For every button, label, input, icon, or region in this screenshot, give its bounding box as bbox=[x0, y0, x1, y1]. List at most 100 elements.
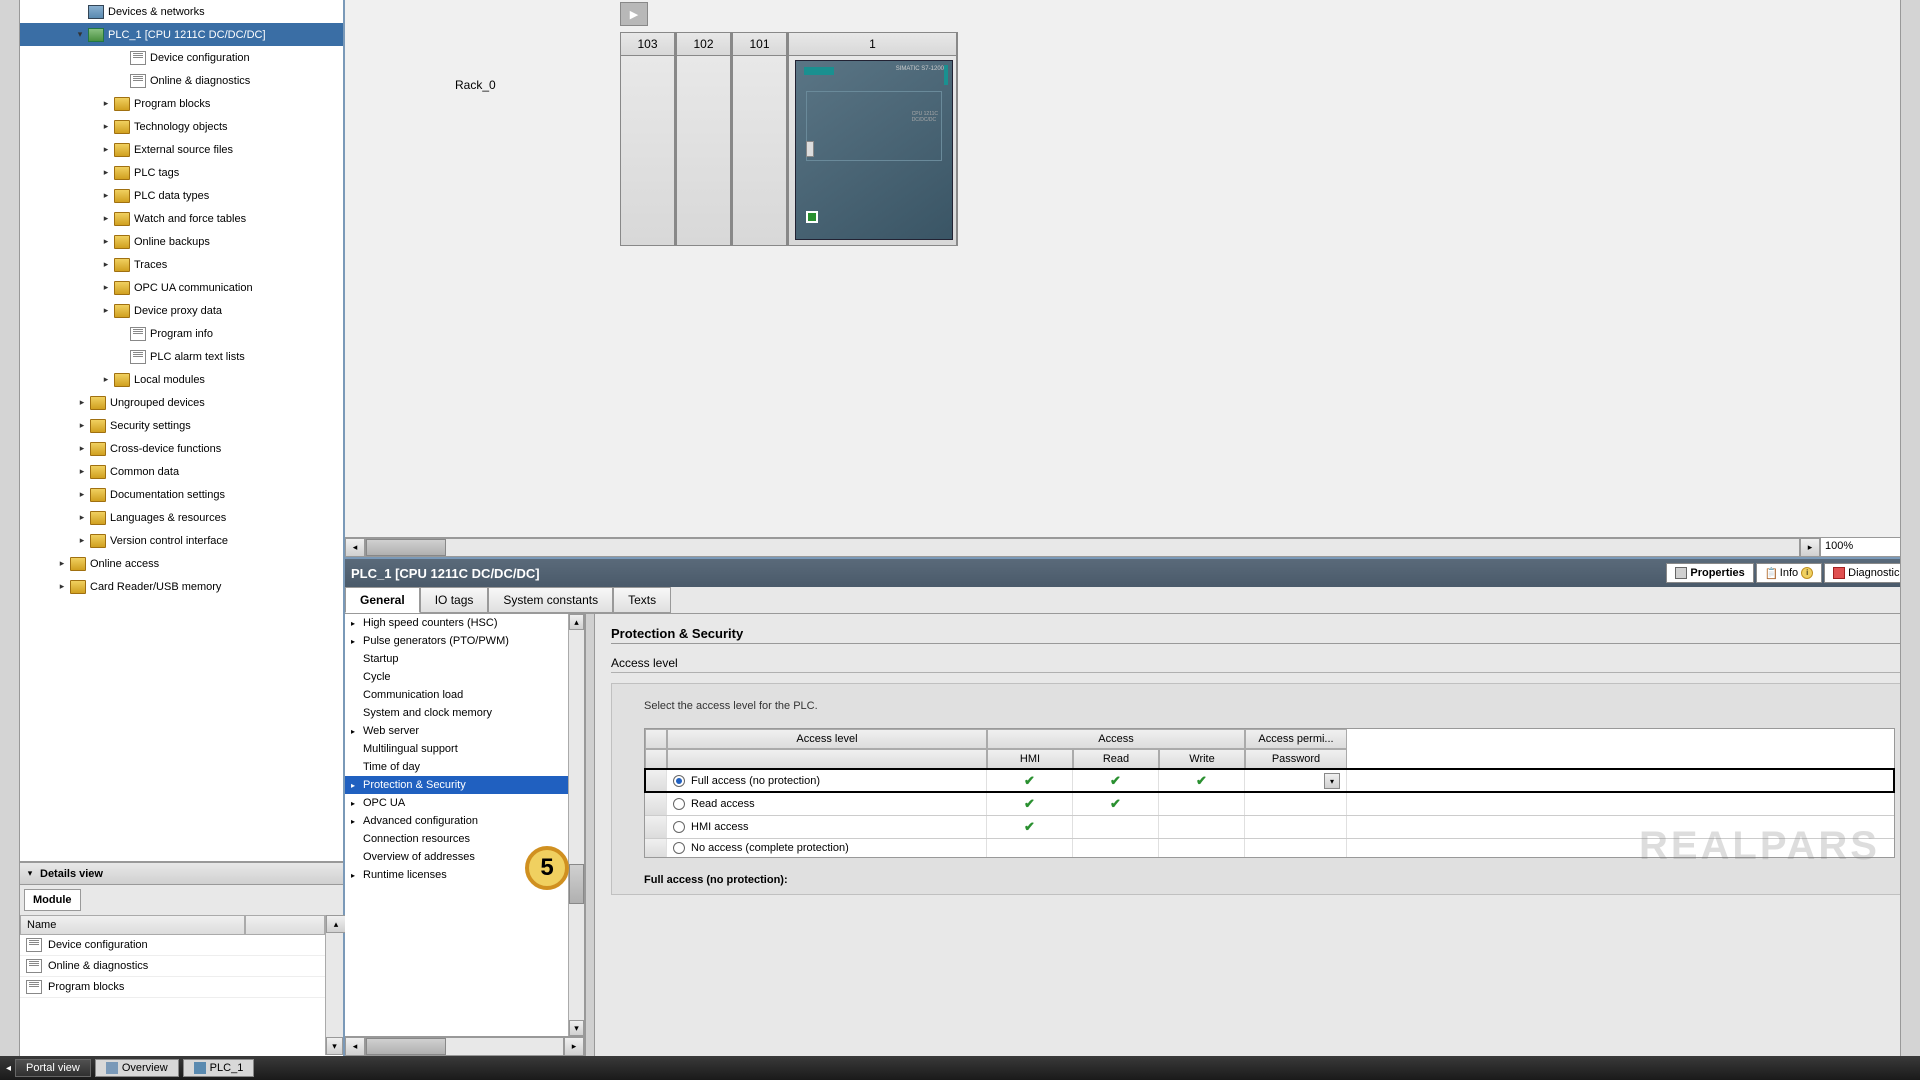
tree-item[interactable]: ▸Ungrouped devices bbox=[20, 391, 343, 414]
tree-item[interactable]: ▸Watch and force tables bbox=[20, 207, 343, 230]
slot-102[interactable]: 102 bbox=[676, 32, 732, 246]
expand-arrow-icon[interactable]: ▸ bbox=[100, 167, 112, 179]
expand-arrow-icon[interactable]: ▸ bbox=[100, 305, 112, 317]
scroll-up-button[interactable]: ▴ bbox=[326, 915, 346, 933]
tree-item[interactable]: Online & diagnostics bbox=[20, 69, 343, 92]
tree-item[interactable]: ▸Version control interface bbox=[20, 529, 343, 552]
properties-tab[interactable]: Properties bbox=[1666, 563, 1753, 583]
prop-nav-item[interactable]: Startup bbox=[345, 650, 568, 668]
scroll-right-button[interactable]: ▸ bbox=[564, 1037, 584, 1056]
prop-nav-item[interactable]: ▸Web server bbox=[345, 722, 568, 740]
tree-item[interactable]: Devices & networks bbox=[20, 0, 343, 23]
expand-arrow-icon[interactable]: ▸ bbox=[351, 817, 361, 826]
access-level-cell[interactable]: No access (complete protection) bbox=[667, 839, 987, 857]
password-cell[interactable] bbox=[1245, 816, 1347, 838]
row-handle[interactable] bbox=[645, 770, 667, 792]
prop-nav-item[interactable]: System and clock memory bbox=[345, 704, 568, 722]
expand-arrow-icon[interactable]: ▸ bbox=[351, 727, 361, 736]
info-tab[interactable]: 📋 Info i bbox=[1756, 563, 1822, 583]
read-header[interactable]: Read bbox=[1073, 749, 1159, 769]
scroll-thumb[interactable] bbox=[569, 864, 584, 904]
portal-view-button[interactable]: Portal view bbox=[15, 1059, 91, 1077]
expand-arrow-icon[interactable]: ▸ bbox=[56, 581, 68, 593]
expand-arrow-icon[interactable]: ▸ bbox=[100, 98, 112, 110]
expand-arrow-icon[interactable]: ▸ bbox=[76, 466, 88, 478]
tree-item[interactable]: ▸Common data bbox=[20, 460, 343, 483]
hmi-header[interactable]: HMI bbox=[987, 749, 1073, 769]
tree-item[interactable]: ▸OPC UA communication bbox=[20, 276, 343, 299]
tree-item[interactable]: ▸Languages & resources bbox=[20, 506, 343, 529]
expand-arrow-icon[interactable]: ▸ bbox=[351, 619, 361, 628]
prop-nav-item[interactable]: ▸High speed counters (HSC) bbox=[345, 614, 568, 632]
access-level-cell[interactable]: Full access (no protection) bbox=[667, 770, 987, 792]
tree-item[interactable]: ▸Technology objects bbox=[20, 115, 343, 138]
slot-101[interactable]: 101 bbox=[732, 32, 788, 246]
scroll-down-button[interactable]: ▾ bbox=[569, 1020, 584, 1036]
access-level-row[interactable]: Full access (no protection) ✔ ✔ ✔ ▾ bbox=[645, 769, 1894, 792]
write-header[interactable]: Write bbox=[1159, 749, 1245, 769]
expand-arrow-icon[interactable]: ▸ bbox=[100, 121, 112, 133]
expand-arrow-icon[interactable]: ▾ bbox=[74, 29, 86, 41]
tree-item[interactable]: ▸Online backups bbox=[20, 230, 343, 253]
scroll-left-button[interactable]: ◂ bbox=[345, 1037, 365, 1056]
expand-arrow-icon[interactable]: ▸ bbox=[76, 512, 88, 524]
row-handle[interactable] bbox=[645, 793, 667, 815]
details-row[interactable]: Online & diagnostics bbox=[20, 956, 343, 977]
access-permi-header[interactable]: Access permi... bbox=[1245, 729, 1347, 749]
tree-item[interactable]: ▸Documentation settings bbox=[20, 483, 343, 506]
prop-nav-item[interactable]: ▸Protection & Security bbox=[345, 776, 568, 794]
expand-arrow-icon[interactable]: ▸ bbox=[100, 213, 112, 225]
expand-arrow-icon[interactable]: ▸ bbox=[100, 190, 112, 202]
column-header-blank[interactable] bbox=[245, 915, 325, 935]
slot-103[interactable]: 103 bbox=[620, 32, 676, 246]
scroll-left-button[interactable]: ◂ bbox=[345, 538, 365, 557]
details-scrollbar[interactable]: ▴ ▾ bbox=[325, 915, 343, 1055]
radio-button[interactable] bbox=[673, 775, 685, 787]
expand-arrow-icon[interactable]: ▸ bbox=[351, 781, 361, 790]
tree-item[interactable]: ▸PLC tags bbox=[20, 161, 343, 184]
expand-arrow-icon[interactable]: ▸ bbox=[100, 236, 112, 248]
project-tree[interactable]: Devices & networks▾PLC_1 [CPU 1211C DC/D… bbox=[20, 0, 343, 862]
tree-item[interactable]: ▸Local modules bbox=[20, 368, 343, 391]
details-row[interactable]: Device configuration bbox=[20, 935, 343, 956]
expand-arrow-icon[interactable]: ▸ bbox=[76, 535, 88, 547]
tree-item[interactable]: ▸Cross-device functions bbox=[20, 437, 343, 460]
expand-arrow-icon[interactable]: ▸ bbox=[351, 871, 361, 880]
prop-nav-item[interactable]: Time of day bbox=[345, 758, 568, 776]
io-tags-tab[interactable]: IO tags bbox=[420, 587, 489, 613]
tree-item[interactable]: ▸External source files bbox=[20, 138, 343, 161]
plc-editor-tab[interactable]: PLC_1 bbox=[183, 1059, 255, 1077]
details-row[interactable]: Program blocks bbox=[20, 977, 343, 998]
tree-item[interactable]: PLC alarm text lists bbox=[20, 345, 343, 368]
expand-arrow-icon[interactable]: ▸ bbox=[351, 799, 361, 808]
tree-item[interactable]: ▸PLC data types bbox=[20, 184, 343, 207]
expand-arrow-icon[interactable]: ▸ bbox=[100, 259, 112, 271]
row-handle[interactable] bbox=[645, 839, 667, 857]
radio-button[interactable] bbox=[673, 798, 685, 810]
prop-nav-item[interactable]: ▸Pulse generators (PTO/PWM) bbox=[345, 632, 568, 650]
general-tab[interactable]: General bbox=[345, 587, 420, 613]
radio-button[interactable] bbox=[673, 842, 685, 854]
password-header[interactable]: Password bbox=[1245, 749, 1347, 769]
tree-item[interactable]: ▸Device proxy data bbox=[20, 299, 343, 322]
access-level-header[interactable]: Access level bbox=[667, 729, 987, 749]
back-arrow-icon[interactable]: ◂ bbox=[6, 1063, 11, 1074]
prop-nav-item[interactable]: ▸Advanced configuration bbox=[345, 812, 568, 830]
password-cell[interactable]: ▾ bbox=[1245, 770, 1347, 792]
tree-item[interactable]: Device configuration bbox=[20, 46, 343, 69]
device-view[interactable]: Rack_0 ▶ 103 102 101 bbox=[345, 0, 1920, 557]
tree-item[interactable]: ▸Online access bbox=[20, 552, 343, 575]
expand-arrow-icon[interactable] bbox=[116, 52, 128, 64]
module-tab[interactable]: Module bbox=[24, 889, 81, 911]
expand-arrow-icon[interactable]: ▸ bbox=[76, 489, 88, 501]
prop-nav-item[interactable]: Multilingual support bbox=[345, 740, 568, 758]
prop-nav-item[interactable]: Communication load bbox=[345, 686, 568, 704]
tree-item[interactable]: ▸Program blocks bbox=[20, 92, 343, 115]
splitter[interactable] bbox=[585, 614, 595, 1056]
tree-item[interactable]: ▸Card Reader/USB memory bbox=[20, 575, 343, 598]
scroll-thumb[interactable] bbox=[366, 539, 446, 556]
expand-arrow-icon[interactable] bbox=[116, 351, 128, 363]
expand-arrow-icon[interactable]: ▸ bbox=[100, 374, 112, 386]
expand-arrow-icon[interactable]: ▸ bbox=[56, 558, 68, 570]
expand-arrow-icon[interactable] bbox=[116, 75, 128, 87]
